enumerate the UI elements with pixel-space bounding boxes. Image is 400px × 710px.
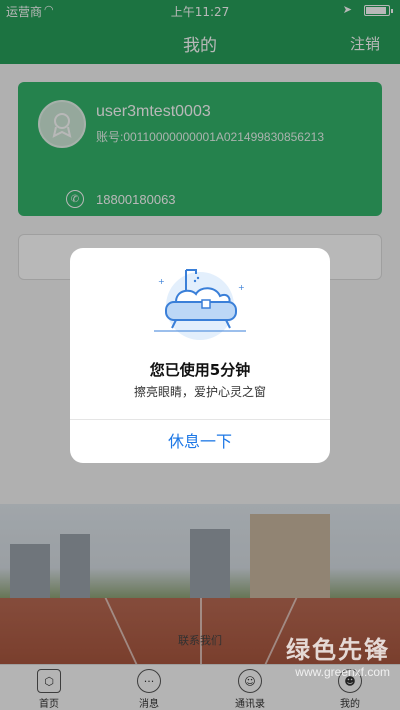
take-a-break-button[interactable]: 休息一下	[70, 420, 330, 463]
watermark-url: www.greenxf.com	[295, 665, 390, 679]
dialog-title: 您已使用5分钟	[149, 361, 251, 379]
svg-text:+: +	[238, 283, 245, 292]
dialog-subtitle: 擦亮眼睛，爱护心灵之窗	[133, 385, 266, 399]
watermark-title: 绿色先锋	[286, 636, 390, 664]
svg-text:+: +	[158, 277, 165, 286]
bathtub-illustration-icon: + +	[154, 269, 246, 340]
rest-reminder-dialog: + + 您已使用5分钟 擦亮眼睛，爱护心灵之窗 休息一下	[70, 248, 330, 463]
watermark: 绿色先锋 www.greenxf.com	[286, 630, 390, 679]
